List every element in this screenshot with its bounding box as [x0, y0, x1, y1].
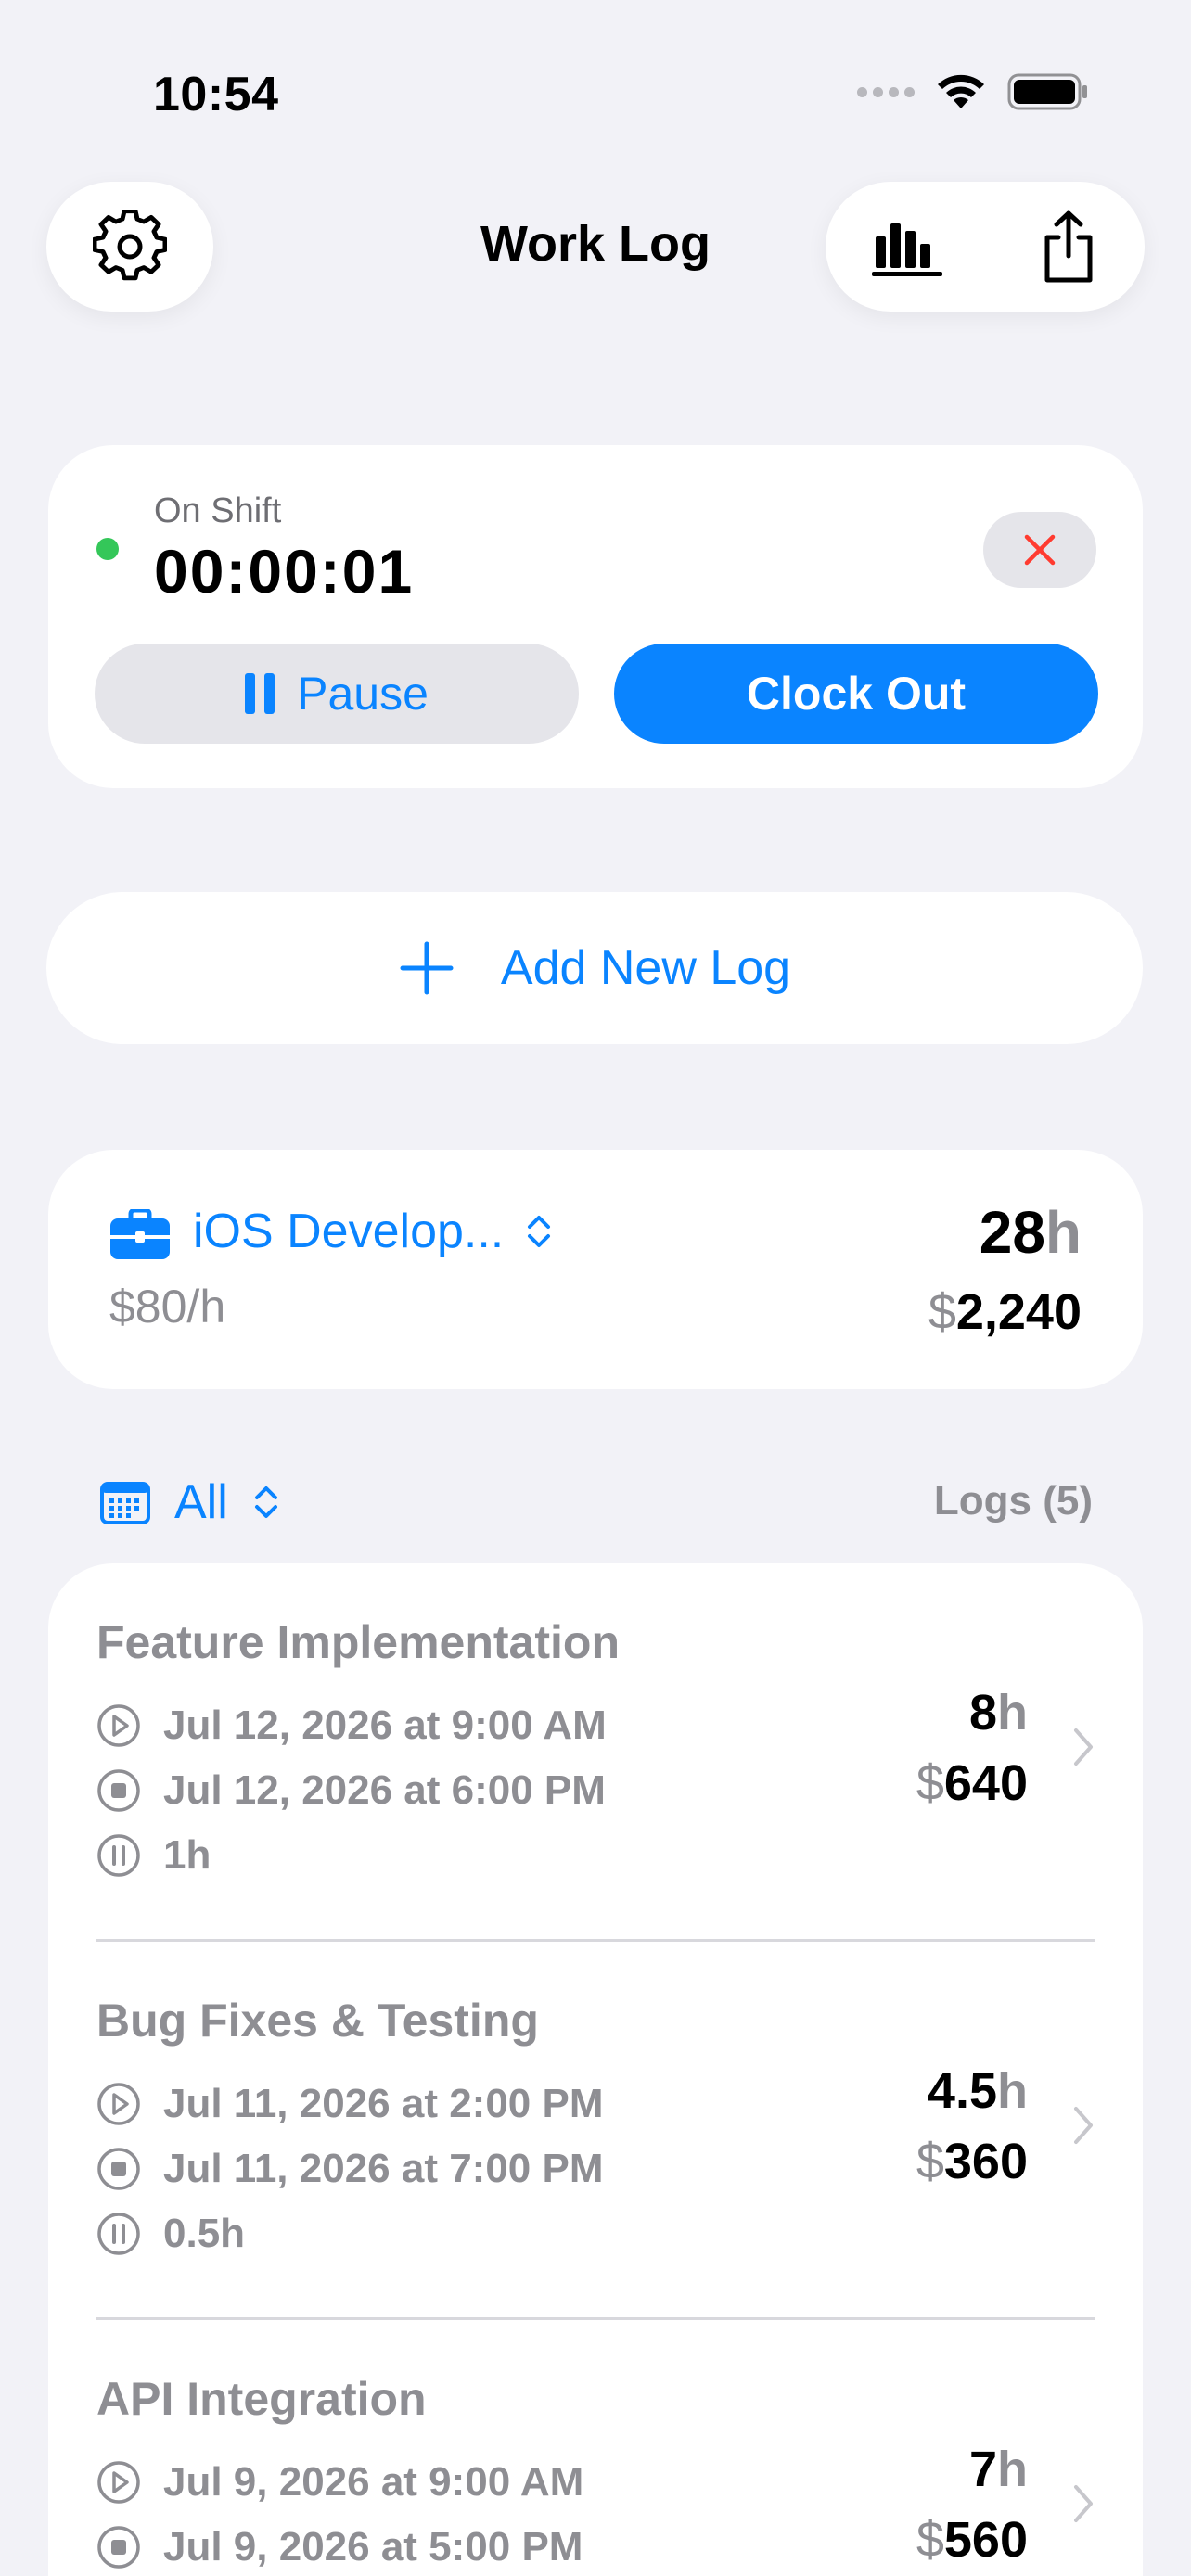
hourly-rate: $80/h	[109, 1281, 226, 1333]
pause-label: Pause	[297, 668, 429, 720]
total-amount-currency: $	[928, 1284, 956, 1340]
log-start-text: Jul 9, 2026 at 9:00 AM	[163, 2459, 584, 2505]
total-hours-value: 28	[979, 1199, 1045, 1266]
log-end-text: Jul 9, 2026 at 5:00 PM	[163, 2524, 583, 2570]
chevron-right-icon	[1074, 1728, 1093, 1766]
chevron-right-icon	[1074, 2485, 1093, 2522]
log-amount-value: 560	[943, 2512, 1028, 2568]
log-start: Jul 12, 2026 at 9:00 AM	[96, 1702, 607, 1749]
log-hours-unit: h	[997, 1685, 1028, 1741]
project-summary-card: iOS Develop... $80/h 28h $2,240	[48, 1150, 1143, 1389]
play-circle-icon	[97, 1704, 140, 1747]
stop-circle-icon	[97, 2148, 140, 2190]
briefcase-icon	[110, 1209, 170, 1259]
chevron-up-down-icon[interactable]	[525, 1213, 553, 1250]
log-end: Jul 9, 2026 at 5:00 PM	[96, 2524, 583, 2570]
log-item[interactable]: Feature Implementation Jul 12, 2026 at 9…	[48, 1563, 1143, 1942]
log-amount-currency: $	[916, 2134, 944, 2189]
log-amount-value: 360	[943, 2134, 1028, 2189]
log-hours: 4.5h	[928, 2062, 1028, 2120]
log-start: Jul 11, 2026 at 2:00 PM	[96, 2081, 604, 2127]
add-new-log-label: Add New Log	[500, 941, 791, 995]
total-hours: 28h	[980, 1198, 1082, 1267]
log-start-text: Jul 12, 2026 at 9:00 AM	[163, 1702, 607, 1748]
clock-out-label: Clock Out	[746, 668, 967, 720]
shift-status-label: On Shift	[154, 491, 282, 530]
project-selector[interactable]: iOS Develop...	[193, 1204, 504, 1259]
log-hours-value: 7	[968, 2442, 997, 2497]
log-hours: 8h	[969, 1684, 1028, 1741]
log-end-text: Jul 12, 2026 at 6:00 PM	[163, 1767, 606, 1813]
pause-icon	[245, 673, 275, 714]
log-amount-currency: $	[916, 2512, 944, 2568]
close-icon	[1024, 534, 1056, 566]
pause-button[interactable]: Pause	[95, 644, 579, 744]
stop-circle-icon	[97, 1769, 140, 1812]
log-hours-value: 4.5	[927, 2063, 997, 2119]
play-circle-icon	[97, 2083, 140, 2125]
log-hours: 7h	[969, 2441, 1028, 2498]
date-filter-selector[interactable]: All	[100, 1474, 280, 1530]
log-start-text: Jul 11, 2026 at 2:00 PM	[163, 2081, 604, 2126]
cancel-shift-button[interactable]	[983, 512, 1096, 588]
stop-circle-icon	[97, 2526, 140, 2569]
total-amount: $2,240	[928, 1283, 1082, 1341]
log-title: Feature Implementation	[96, 1616, 620, 1668]
calendar-icon	[100, 1482, 150, 1524]
plus-icon	[400, 941, 454, 995]
log-pause: 1h	[96, 1832, 211, 1879]
log-pause-text: 1h	[163, 1832, 211, 1878]
log-hours-value: 8	[968, 1685, 997, 1741]
log-item[interactable]: API Integration Jul 9, 2026 at 9:00 AM J…	[48, 2320, 1143, 2576]
log-amount-value: 640	[943, 1755, 1028, 1811]
pause-circle-icon	[97, 2213, 140, 2255]
log-hours-unit: h	[997, 2063, 1028, 2119]
logs-count: Logs (5)	[933, 1478, 1093, 1524]
clock-out-button[interactable]: Clock Out	[614, 644, 1098, 744]
log-end: Jul 12, 2026 at 6:00 PM	[96, 1767, 606, 1814]
add-new-log-button[interactable]: Add New Log	[46, 892, 1143, 1044]
chevron-right-icon	[1074, 2107, 1093, 2144]
log-end-text: Jul 11, 2026 at 7:00 PM	[163, 2146, 604, 2191]
on-shift-indicator	[96, 538, 119, 560]
log-start: Jul 9, 2026 at 9:00 AM	[96, 2459, 583, 2506]
status-time: 10:54	[153, 68, 279, 121]
log-amount-currency: $	[916, 1755, 944, 1811]
pause-circle-icon	[97, 1834, 140, 1877]
wifi-icon	[938, 74, 984, 108]
bar-chart-icon[interactable]	[871, 216, 946, 277]
total-hours-unit: h	[1044, 1199, 1082, 1266]
status-icons	[857, 72, 1089, 111]
total-amount-value: 2,240	[955, 1284, 1082, 1340]
log-hours-unit: h	[997, 2442, 1028, 2497]
cellular-signal-icon	[857, 86, 915, 97]
play-circle-icon	[97, 2461, 140, 2504]
filter-label: All	[174, 1475, 228, 1529]
header-actions	[826, 182, 1145, 312]
shift-timer: 00:00:01	[154, 537, 415, 606]
log-pause-text: 0.5h	[163, 2211, 246, 2256]
chevron-up-down-icon	[254, 1486, 277, 1518]
logs-list: Feature Implementation Jul 12, 2026 at 9…	[48, 1563, 1143, 2576]
log-item[interactable]: Bug Fixes & Testing Jul 11, 2026 at 2:00…	[48, 1942, 1143, 2320]
log-pause: 0.5h	[96, 2211, 245, 2257]
log-amount: $560	[916, 2511, 1028, 2569]
battery-icon	[1007, 73, 1087, 110]
work-log-screen: 10:54 Work Log On Shift 00:00:01 Pause C…	[0, 0, 1191, 2576]
log-end: Jul 11, 2026 at 7:00 PM	[96, 2146, 604, 2192]
share-icon[interactable]	[1038, 210, 1099, 284]
log-amount: $360	[916, 2133, 1028, 2190]
log-title: Bug Fixes & Testing	[96, 1995, 539, 2047]
log-amount: $640	[916, 1754, 1028, 1812]
log-title: API Integration	[96, 2373, 427, 2425]
shift-card: On Shift 00:00:01 Pause Clock Out	[48, 445, 1143, 788]
